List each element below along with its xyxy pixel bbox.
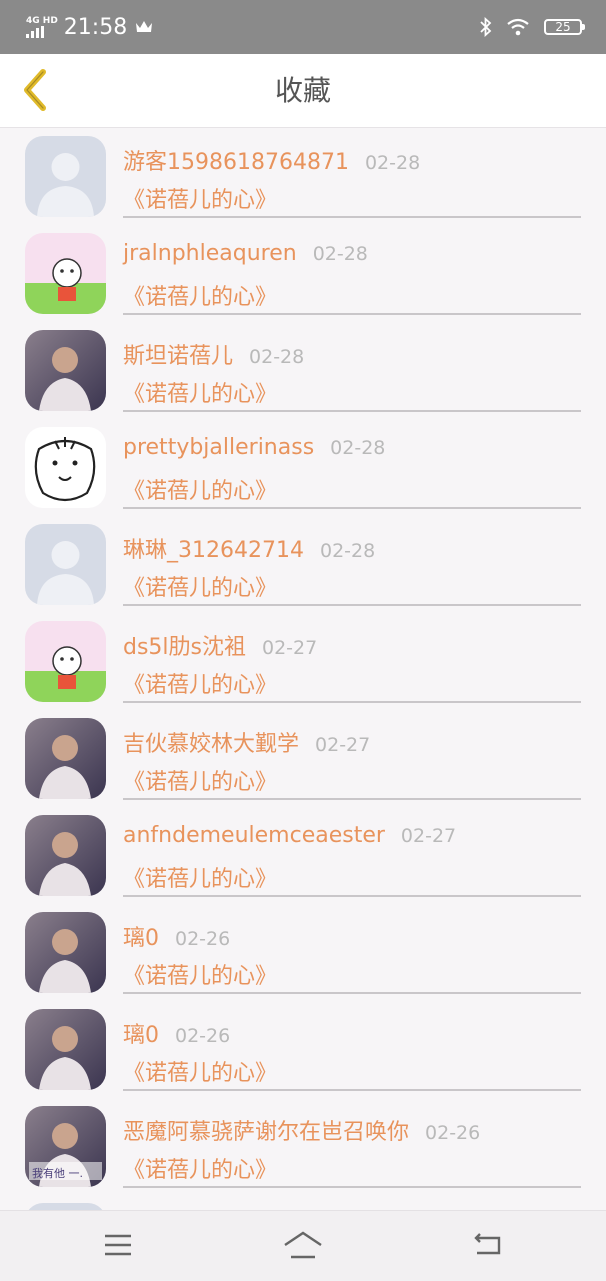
date: 02-28 (249, 346, 305, 368)
username[interactable]: prettybjallerinass (123, 435, 314, 460)
song-title[interactable]: 《诺蓓儿的心》 (123, 182, 277, 214)
list-item[interactable]: 斯坦诺蓓儿 02-28 《诺蓓儿的心》 (0, 322, 606, 419)
username[interactable]: 璃0 (123, 920, 159, 952)
date: 02-27 (315, 734, 371, 756)
list-item[interactable]: jralnphleaquren 02-28 《诺蓓儿的心》 (0, 225, 606, 322)
home-icon (284, 1231, 322, 1259)
list-item[interactable]: 游客1598618764871 02-28 《诺蓓儿的心》 (0, 128, 606, 225)
list-item[interactable]: ds5l肋s沈袓 02-27 《诺蓓儿的心》 (0, 613, 606, 710)
back-icon (474, 1233, 501, 1255)
avatar[interactable] (25, 912, 106, 993)
item-text: ds5l肋s沈袓 02-27 《诺蓓儿的心》 (123, 613, 581, 703)
date: 02-28 (319, 540, 376, 562)
song-title[interactable]: 《诺蓓儿的心》 (123, 667, 277, 699)
date: 02-26 (175, 1025, 231, 1047)
song-title[interactable]: 《诺蓓儿的心》 (123, 861, 277, 893)
item-text: 璃0 02-26 《诺蓓儿的心》 (123, 1001, 581, 1091)
username[interactable]: 吉伙慕姣林大觐学 (123, 726, 299, 758)
date: 02-28 (364, 152, 421, 174)
battery-icon: 25 (544, 19, 585, 35)
list-item[interactable]: 璃0 02-26 《诺蓓儿的心》 (0, 1001, 606, 1098)
username[interactable]: 恶魔阿慕骁萨谢尔在岜召唤你 (123, 1114, 409, 1146)
avatar[interactable] (25, 427, 106, 508)
avatar-caption: 我有他 一. (32, 1167, 83, 1180)
avatar[interactable] (25, 330, 106, 411)
list-item[interactable]: prettybjallerinass 02-28 《诺蓓儿的心》 (0, 419, 606, 516)
list-item[interactable]: 我有他 一. 恶魔阿慕骁萨谢尔在岜召唤你 02-26 《诺蓓儿的心》 (0, 1098, 606, 1195)
clock-time: 21:58 (63, 14, 128, 40)
home-button[interactable] (281, 1225, 325, 1265)
song-title[interactable]: 《诺蓓儿的心》 (123, 570, 277, 602)
wifi-icon (507, 18, 529, 36)
signal-icon: 4G HD (26, 16, 58, 38)
song-title[interactable]: 《诺蓓儿的心》 (123, 473, 277, 505)
item-text: 琳琳_312642714 02-28 《诺蓓儿的心》 (123, 516, 581, 606)
list-item[interactable]: anfndemeulemceaester 02-27 《诺蓓儿的心》 (0, 807, 606, 904)
avatar[interactable] (25, 718, 106, 799)
back-button[interactable] (10, 66, 58, 114)
song-title[interactable]: 《诺蓓儿的心》 (123, 958, 277, 990)
item-text: jralnphleaquren 02-28 《诺蓓儿的心》 (123, 225, 581, 315)
chevron-left-icon (24, 69, 46, 111)
username[interactable]: 琳琳_312642714 (123, 532, 304, 564)
avatar[interactable] (25, 621, 106, 702)
song-title[interactable]: 《诺蓓儿的心》 (123, 376, 277, 408)
favorites-list[interactable]: 游客1598618764871 02-28 《诺蓓儿的心》 jralnphleaqur… (0, 128, 606, 1210)
date: 02-27 (262, 637, 318, 659)
item-text: 璃0 02-26 《诺蓓儿的心》 (123, 904, 581, 994)
system-nav-bar (0, 1210, 606, 1281)
date: 02-27 (400, 825, 457, 847)
avatar[interactable] (25, 524, 106, 605)
date: 02-26 (175, 928, 231, 950)
song-title[interactable]: 《诺蓓儿的心》 (123, 1152, 277, 1184)
list-item[interactable]: 琳琳_312642714 02-28 《诺蓓儿的心》 (0, 516, 606, 613)
username[interactable]: 斯坦诺蓓儿 (123, 338, 233, 370)
menu-icon (105, 1234, 131, 1256)
avatar[interactable] (25, 233, 106, 314)
item-text: 吉伙慕姣林大觐学 02-27 《诺蓓儿的心》 (123, 710, 581, 800)
song-title[interactable]: 《诺蓓儿的心》 (123, 1055, 277, 1087)
date: 02-28 (312, 243, 368, 265)
item-text: prettybjallerinass 02-28 《诺蓓儿的心》 (123, 419, 581, 509)
battery-level: 25 (555, 20, 571, 34)
avatar[interactable] (25, 815, 106, 896)
username[interactable]: jralnphleaquren (123, 241, 297, 266)
avatar[interactable] (25, 136, 106, 217)
item-text: anfndemeulemceaester 02-27 《诺蓓儿的心》 (123, 807, 581, 897)
song-title[interactable]: 《诺蓓儿的心》 (123, 279, 277, 311)
username[interactable]: 璃0 (123, 1017, 159, 1049)
bluetooth-icon (480, 17, 492, 37)
date: 02-26 (425, 1122, 481, 1144)
status-bar: 4G HD 21:58 25 (0, 0, 606, 54)
list-item[interactable]: 吉伙慕姣林大觐学 02-27 《诺蓓儿的心》 (0, 710, 606, 807)
app-header: 收藏 (0, 54, 606, 128)
username[interactable]: 游客1598618764871 (123, 144, 349, 176)
username[interactable]: anfndemeulemceaester (123, 823, 385, 848)
username[interactable]: ds5l肋s沈袓 (123, 629, 246, 661)
date: 02-28 (330, 437, 386, 459)
list-item[interactable]: 璃0 02-26 《诺蓓儿的心》 (0, 904, 606, 1001)
page-title: 收藏 (274, 74, 331, 107)
item-text: 斯坦诺蓓儿 02-28 《诺蓓儿的心》 (123, 322, 581, 412)
avatar[interactable] (25, 1009, 106, 1090)
song-title[interactable]: 《诺蓓儿的心》 (123, 764, 277, 796)
crown-icon (136, 21, 153, 32)
avatar[interactable]: 我有他 一. (25, 1106, 106, 1187)
list-item-partial[interactable] (0, 1195, 606, 1210)
avatar[interactable] (25, 1203, 106, 1210)
return-button[interactable] (465, 1225, 509, 1265)
item-text: 游客1598618764871 02-28 《诺蓓儿的心》 (123, 128, 581, 218)
item-text: 恶魔阿慕骁萨谢尔在岜召唤你 02-26 《诺蓓儿的心》 (123, 1098, 581, 1188)
menu-button[interactable] (96, 1225, 140, 1265)
